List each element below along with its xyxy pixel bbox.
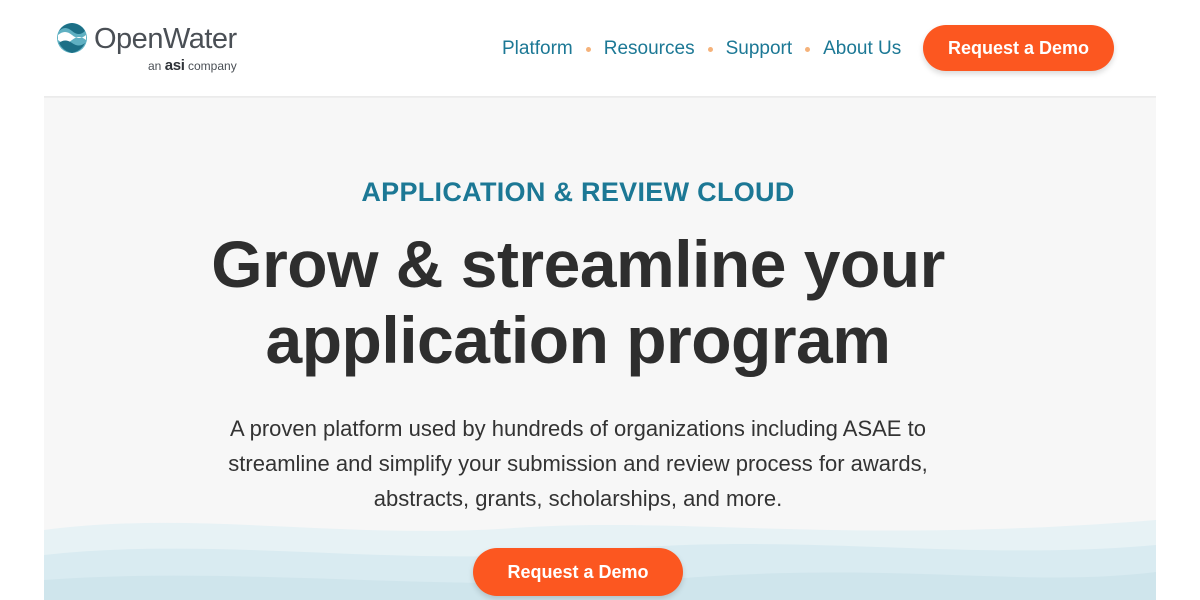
nav-link-about-us[interactable]: About Us [823,37,901,61]
hero-description: A proven platform used by hundreds of or… [150,411,1006,516]
logo-tagline-brand: asi [164,57,185,74]
logo-tagline: an asi company [148,57,237,74]
openwater-logo[interactable]: OpenWater an asi company [56,18,256,76]
logo-tagline-suffix: company [188,59,237,73]
site-header: OpenWater an asi company Platform Resour… [0,0,1200,98]
logo-tagline-prefix: an [148,59,162,73]
hero-request-demo-button[interactable]: Request a Demo [473,548,683,596]
main-nav: Platform Resources Support About Us [502,36,901,62]
logo-wordmark: OpenWater [94,23,237,55]
header-request-demo-button[interactable]: Request a Demo [923,25,1114,71]
hero-headline: Grow & streamline your application progr… [100,226,1056,378]
hero-headline-line-2: application program [265,303,891,377]
hero-description-line-3: abstracts, grants, scholarships, and mor… [373,486,783,511]
nav-link-platform[interactable]: Platform [502,37,573,61]
nav-link-support[interactable]: Support [726,37,793,61]
nav-separator-dot [805,46,811,52]
nav-link-resources[interactable]: Resources [604,37,695,61]
hero-headline-line-1: Grow & streamline your [211,227,945,301]
hero-eyebrow: APPLICATION & REVIEW CLOUD [361,177,795,207]
page: OpenWater an asi company Platform Resour… [0,0,1200,600]
openwater-wave-logo-icon [57,23,87,53]
nav-separator-dot [585,46,591,52]
hero-description-line-2: streamline and simplify your submission … [228,451,928,476]
nav-separator-dot [707,46,713,52]
hero-description-line-1: A proven platform used by hundreds of or… [230,416,926,441]
